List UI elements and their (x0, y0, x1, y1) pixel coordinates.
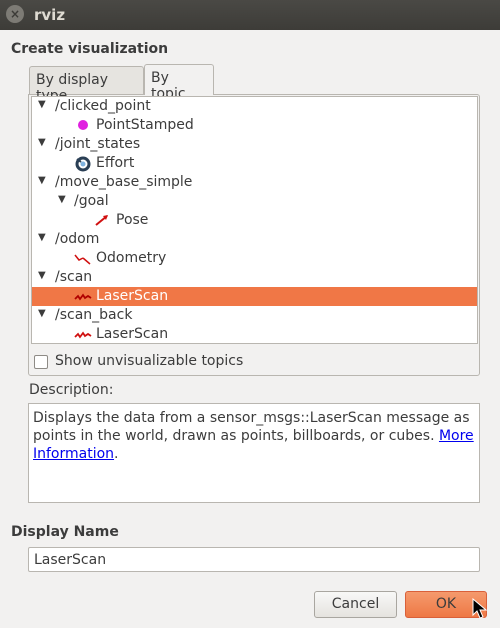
tree-item-pose[interactable]: Pose (32, 211, 477, 230)
tree-item-scan[interactable]: ▼ /scan (32, 268, 477, 287)
pose-arrow-icon (94, 213, 108, 227)
tree-item-pointstamped[interactable]: PointStamped (32, 116, 477, 135)
expand-arrow-icon[interactable]: ▼ (58, 194, 66, 205)
tree-item-label: /clicked_point (55, 98, 151, 114)
odometry-icon (74, 251, 91, 265)
description-label: Description: (29, 382, 114, 398)
close-window-button[interactable]: × (6, 5, 24, 23)
expand-arrow-icon[interactable]: ▼ (38, 232, 46, 243)
tree-item-label: /scan_back (55, 307, 133, 323)
effort-icon (75, 156, 91, 172)
tree-item-scan-back[interactable]: ▼ /scan_back (32, 306, 477, 325)
tree-item-label: /odom (55, 231, 100, 247)
point-icon (76, 118, 90, 132)
tab-by-display-type[interactable]: By display type (29, 66, 144, 104)
laserscan-icon (74, 327, 92, 341)
expand-arrow-icon[interactable]: ▼ (38, 175, 46, 186)
tree-item-label: Pose (116, 212, 149, 228)
tree-item-label: Odometry (96, 250, 167, 266)
tree-item-label: /move_base_simple (55, 174, 193, 190)
tree-item-goal[interactable]: ▼ /goal (32, 192, 477, 211)
cancel-button[interactable]: Cancel (314, 591, 397, 618)
expand-arrow-icon[interactable]: ▼ (38, 137, 46, 148)
tree-item-label: LaserScan (96, 288, 169, 304)
tree-item-laserscan-selected[interactable]: LaserScan (32, 287, 477, 306)
tab-by-topic[interactable]: By topic (144, 64, 214, 102)
tree-item-joint-states[interactable]: ▼ /joint_states (32, 135, 477, 154)
tree-item-label: /joint_states (55, 136, 141, 152)
tree-item-label: Effort (96, 155, 135, 171)
tree-item-label: LaserScan (96, 326, 169, 342)
tree-item-label: /scan (55, 269, 93, 285)
topic-tree[interactable]: ▼ /clicked_point PointStamped ▼ /joint_s… (31, 96, 478, 344)
description-trailing: . (114, 446, 119, 462)
expand-arrow-icon[interactable]: ▼ (38, 99, 46, 110)
display-name-input[interactable] (28, 547, 480, 572)
expand-arrow-icon[interactable]: ▼ (38, 270, 46, 281)
description-text: Displays the data from a sensor_msgs::La… (33, 410, 470, 444)
close-icon: × (9, 7, 21, 21)
tree-item-label: PointStamped (96, 117, 194, 133)
show-unvisualizable-label[interactable]: Show unvisualizable topics (55, 353, 243, 369)
tree-item-odometry[interactable]: Odometry (32, 249, 477, 268)
tree-item-label: /goal (74, 193, 109, 209)
tree-item-clicked-point[interactable]: ▼ /clicked_point (32, 97, 477, 116)
laserscan-icon (74, 289, 92, 303)
tree-item-move-base-simple[interactable]: ▼ /move_base_simple (32, 173, 477, 192)
display-name-heading: Display Name (11, 524, 119, 540)
tree-item-laserscan[interactable]: LaserScan (32, 325, 477, 343)
title-bar: × rviz (0, 0, 500, 30)
create-visualization-heading: Create visualization (11, 41, 169, 57)
tree-item-effort[interactable]: Effort (32, 154, 477, 173)
expand-arrow-icon[interactable]: ▼ (38, 308, 46, 319)
show-unvisualizable-checkbox[interactable] (34, 355, 48, 369)
mouse-cursor-icon (472, 598, 488, 619)
tree-item-odom[interactable]: ▼ /odom (32, 230, 477, 249)
description-box: Displays the data from a sensor_msgs::La… (28, 403, 480, 503)
window-title: rviz (34, 6, 66, 24)
